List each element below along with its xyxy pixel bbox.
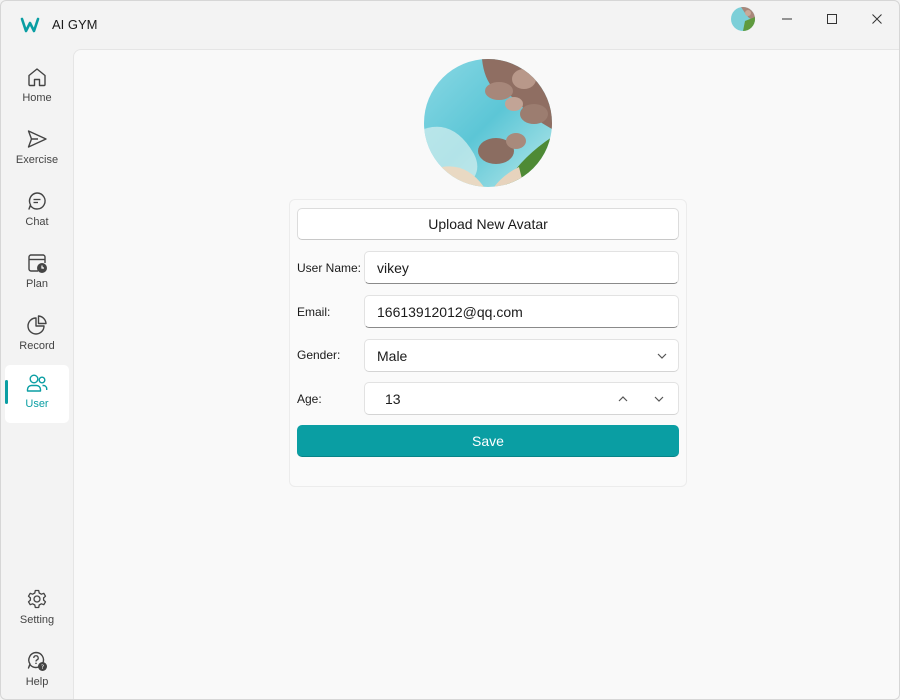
sidebar-item-label: Help [25,676,49,688]
upload-avatar-button[interactable]: Upload New Avatar [297,208,679,240]
gear-icon [27,589,47,609]
maximize-button[interactable] [809,1,855,37]
app-title: AI GYM [52,17,98,32]
sidebar-item-exercise[interactable]: Exercise [5,121,69,179]
sidebar-item-label: Setting [19,614,55,626]
gender-label: Gender: [297,348,341,362]
username-value: vikey [377,259,409,276]
chevron-down-icon[interactable] [652,392,666,406]
profile-card: Upload New Avatar User Name: vikey Email… [289,199,687,487]
maximize-icon [827,14,837,24]
sidebar-item-label: Plan [25,278,49,290]
username-field[interactable]: vikey [364,251,679,284]
save-button[interactable]: Save [297,425,679,457]
close-button[interactable] [854,1,899,37]
sidebar: Home Exercise Chat Plan Record User Sett… [1,49,73,699]
app-logo-icon [20,17,40,33]
email-value: 16613912012@qq.com [377,303,523,320]
sidebar-item-label: User [25,398,49,410]
email-field[interactable]: 16613912012@qq.com [364,295,679,328]
gender-select[interactable]: Male [364,339,679,372]
users-icon [26,374,48,392]
gender-value: Male [377,347,408,364]
home-icon [28,68,46,87]
sidebar-item-plan[interactable]: Plan [5,245,69,303]
minimize-button[interactable] [764,1,810,37]
sidebar-item-record[interactable]: Record [5,307,69,365]
sidebar-item-user[interactable]: User [5,365,69,423]
sidebar-item-setting[interactable]: Setting [5,581,69,639]
sidebar-item-label: Chat [25,216,49,228]
sidebar-item-label: Exercise [15,154,59,166]
sidebar-item-label: Record [19,340,55,352]
app-window: AI GYM Home Exercise Chat Plan Record Us… [0,0,900,700]
minimize-icon [782,18,792,20]
svg-text:?: ? [41,663,44,671]
sidebar-item-label: Home [22,92,52,104]
title-bar: AI GYM [1,1,899,49]
email-label: Email: [297,305,331,319]
age-spinbox[interactable]: 13 [364,382,679,415]
sidebar-item-help[interactable]: ? Help [5,643,69,699]
username-label: User Name: [297,261,362,275]
profile-avatar [424,59,552,187]
chevron-up-icon[interactable] [616,392,630,406]
sidebar-item-home[interactable]: Home [5,59,69,117]
age-label: Age: [297,392,322,406]
age-value: 13 [385,390,401,407]
help-chat-icon: ? [27,651,47,671]
calendar-clock-icon [28,254,47,273]
chevron-down-icon [657,353,667,359]
send-icon [27,130,47,148]
title-avatar[interactable] [731,7,755,31]
close-icon [872,14,882,24]
content-area: Upload New Avatar User Name: vikey Email… [73,49,899,699]
chat-icon [28,192,46,210]
active-indicator [5,380,8,404]
sidebar-item-chat[interactable]: Chat [5,183,69,241]
pie-chart-icon [27,315,47,335]
